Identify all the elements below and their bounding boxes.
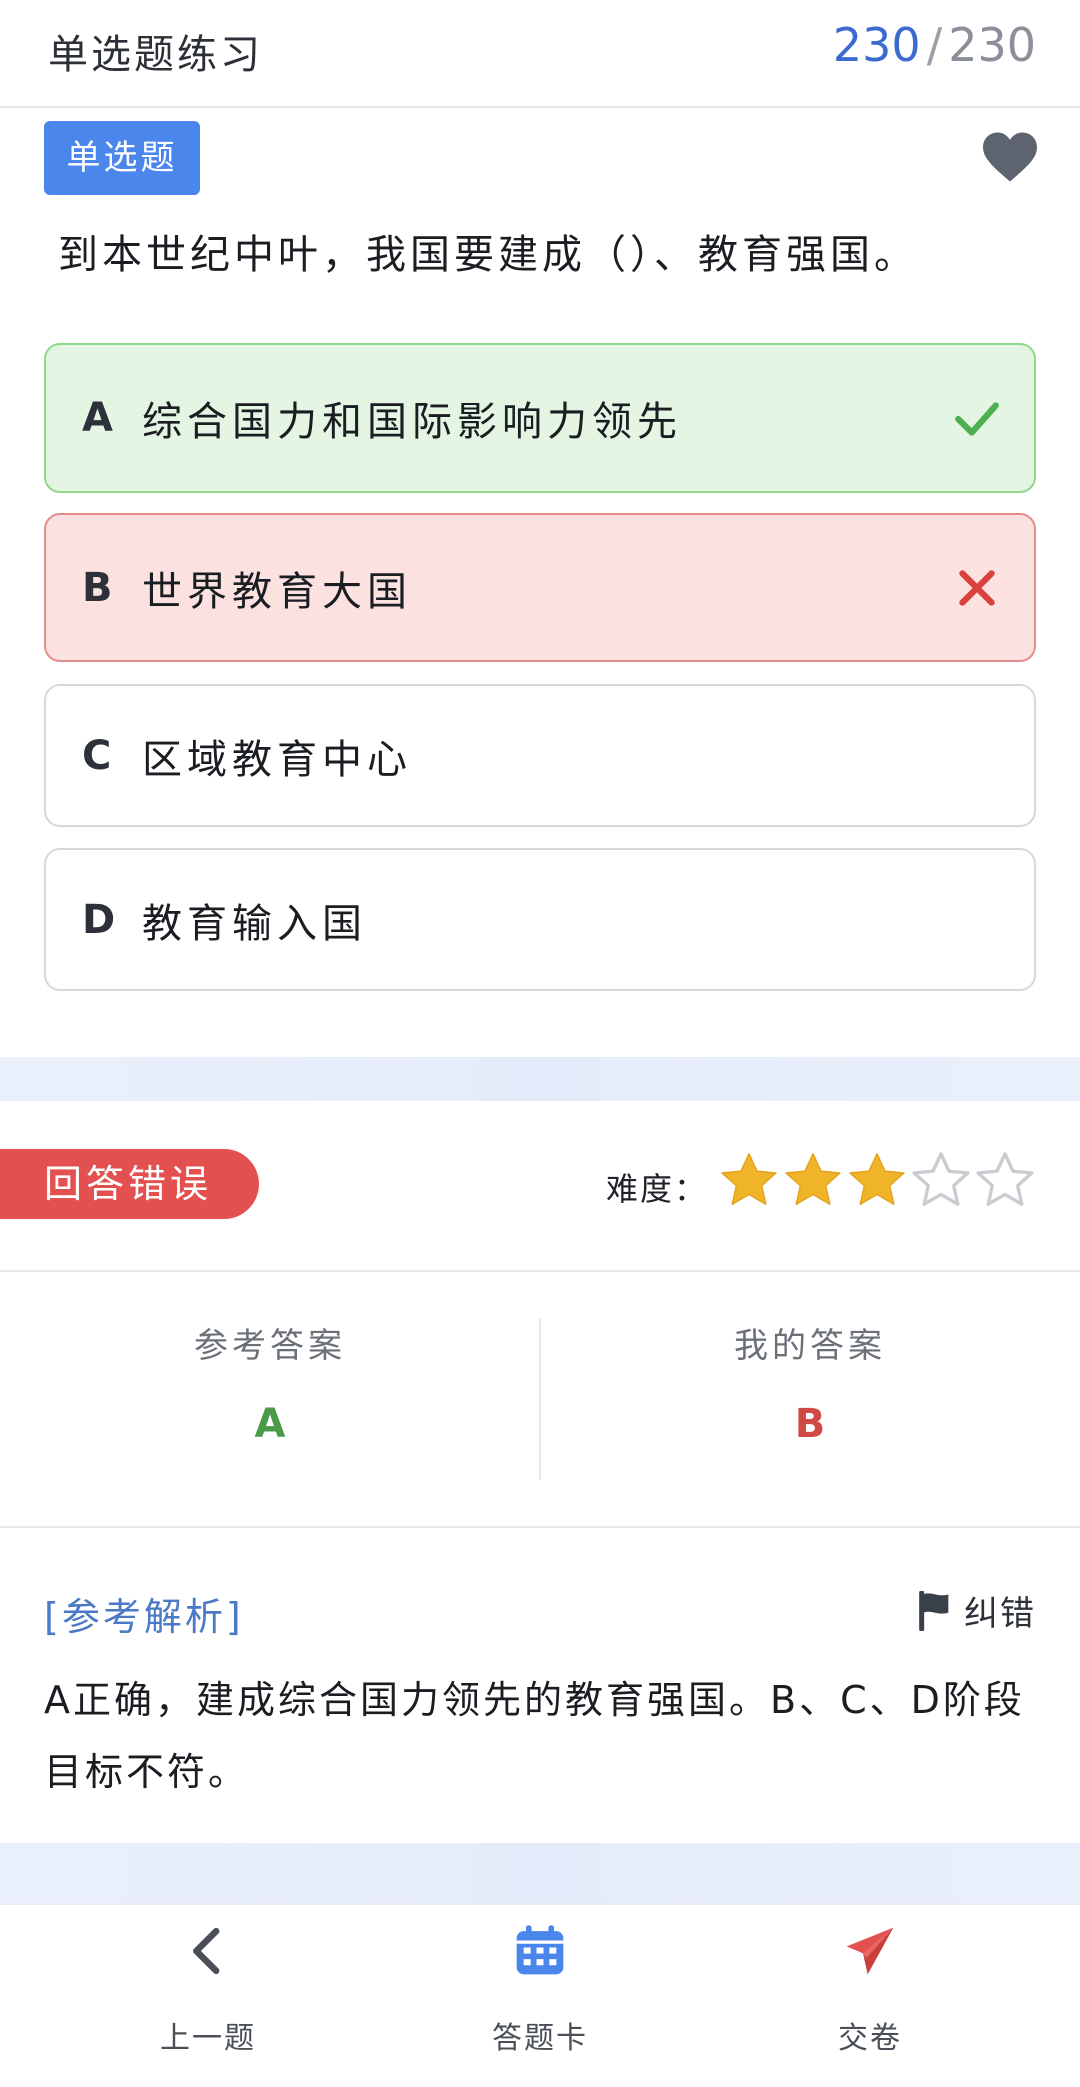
option-c[interactable]: C 区域教育中心 [44, 684, 1036, 827]
answer-card-button[interactable]: 答题卡 [440, 1923, 640, 2057]
option-text: 综合国力和国际影响力领先 [142, 399, 682, 445]
star-filled-icon [849, 1153, 905, 1206]
question-type-tag: 单选题 [44, 121, 200, 195]
star-filled-icon [785, 1153, 841, 1206]
divider [0, 1270, 1080, 1272]
my-answer-label: 我的答案 [734, 1326, 886, 1366]
answer-card-label: 答题卡 [492, 2021, 588, 2056]
reference-answer: 参考答案 A [0, 1318, 540, 1447]
analysis-title: [参考解析] [44, 1595, 244, 1639]
result-status-badge: 回答错误 [0, 1149, 259, 1219]
analysis-text: A正确，建成综合国力领先的教育强国。B、C、D阶段目标不符。 [44, 1678, 1025, 1794]
submit-button[interactable]: 交卷 [770, 1923, 970, 2057]
page-title: 单选题练习 [48, 32, 263, 78]
report-error-label: 纠错 [964, 1594, 1036, 1634]
section-divider [0, 1843, 1080, 1903]
send-icon [846, 1927, 894, 1975]
option-a[interactable]: A 综合国力和国际影响力领先 [44, 343, 1036, 493]
check-icon [955, 402, 999, 436]
current-question-number: 230 [832, 18, 921, 72]
option-d[interactable]: D 教育输入国 [44, 848, 1036, 991]
calendar-icon [516, 1925, 564, 1975]
bottom-nav: 上一题 答题卡 交卷 [0, 1903, 1080, 2087]
previous-question-button[interactable]: 上一题 [108, 1923, 308, 2057]
option-text: 世界教育大国 [142, 568, 412, 615]
heart-icon [983, 132, 1037, 182]
section-divider [0, 1057, 1080, 1101]
difficulty-label: 难度： [606, 1170, 709, 1208]
option-letter: C [82, 732, 112, 779]
option-b[interactable]: B 世界教育大国 [44, 513, 1036, 662]
previous-question-label: 上一题 [160, 2021, 256, 2056]
option-text: 区域教育中心 [142, 736, 412, 783]
counter-separator: / [926, 18, 943, 72]
total-question-number: 230 [948, 18, 1036, 72]
option-letter: B [82, 564, 113, 611]
submit-label: 交卷 [838, 2021, 902, 2056]
star-empty-icon [976, 1152, 1034, 1206]
header-bar: 单选题练习 230/230 [0, 0, 1080, 108]
close-icon [959, 569, 995, 606]
my-answer-value: B [794, 1401, 826, 1447]
option-letter: D [82, 896, 116, 943]
reference-answer-value: A [254, 1401, 286, 1447]
option-letter: A [82, 395, 113, 441]
question-text: 到本世纪中叶，我国要建成（）、教育强国。 [58, 232, 918, 278]
option-text: 教育输入国 [142, 900, 367, 947]
reference-answer-label: 参考答案 [194, 1326, 346, 1366]
report-error-button[interactable]: 纠错 [918, 1586, 1036, 1634]
star-filled-icon [721, 1153, 777, 1206]
divider [0, 1526, 1080, 1528]
chevron-left-icon [193, 1927, 220, 1975]
star-empty-icon [912, 1152, 970, 1206]
flag-icon [919, 1589, 949, 1632]
my-answer: 我的答案 B [540, 1318, 1080, 1447]
question-counter: 230/230 [833, 18, 1036, 72]
favorite-button[interactable] [980, 130, 1040, 184]
difficulty-stars [718, 1150, 1038, 1214]
